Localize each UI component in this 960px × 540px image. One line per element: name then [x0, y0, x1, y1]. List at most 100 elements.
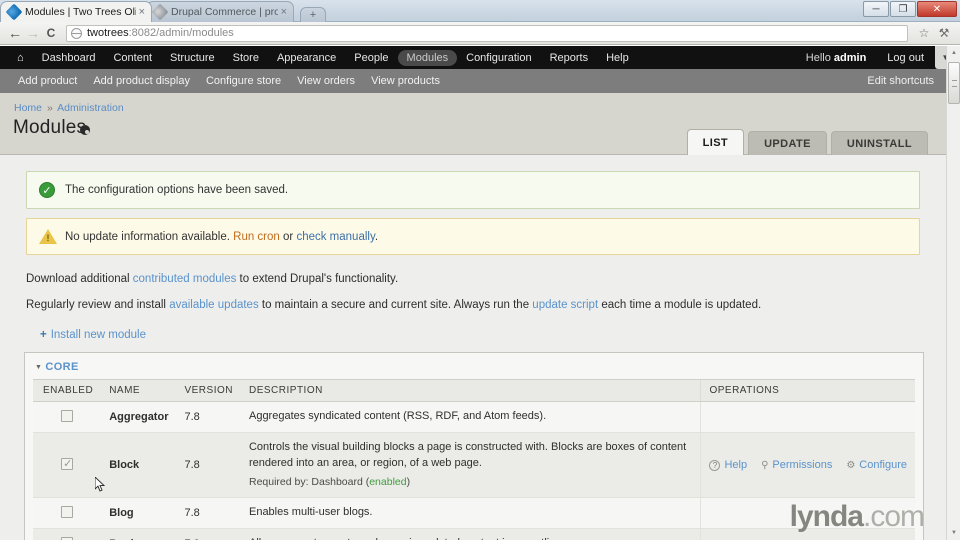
- module-enabled-checkbox[interactable]: [61, 505, 74, 518]
- shortcut-add-product[interactable]: Add product: [10, 75, 85, 87]
- table-row: Book 7.8 Allows users to create and orga…: [33, 528, 915, 540]
- scroll-down-icon[interactable]: ▼: [947, 526, 960, 540]
- check-circle-icon: ✓: [39, 182, 65, 198]
- tab-update[interactable]: UPDATE: [748, 131, 827, 155]
- tab-uninstall[interactable]: UNINSTALL: [830, 131, 928, 155]
- module-operations: ? Help ⚲ Permissions ⚙ Configure: [700, 432, 915, 499]
- module-required-by: Required by: Dashboard (enabled): [249, 475, 692, 490]
- operation-permissions[interactable]: ⚲ Permissions: [761, 459, 832, 471]
- vertical-scrollbar[interactable]: ▲ ▼: [946, 46, 960, 540]
- admin-menu-item-people[interactable]: People: [345, 49, 397, 67]
- scroll-up-icon[interactable]: ▲: [947, 46, 960, 60]
- admin-menu-item-modules[interactable]: Modules: [397, 49, 458, 66]
- admin-menu-item-dashboard[interactable]: Dashboard: [33, 49, 105, 67]
- enabled-cell: [33, 497, 102, 530]
- module-enabled-checkbox[interactable]: [61, 536, 74, 540]
- admin-menu-item-store[interactable]: Store: [224, 49, 268, 67]
- module-name: Aggregator: [101, 401, 177, 434]
- forward-icon[interactable]: →: [24, 25, 42, 41]
- module-version: 7.8: [176, 401, 241, 434]
- greeting: Hello admin: [806, 52, 879, 64]
- module-description-text: Controls the visual building blocks a pa…: [248, 441, 687, 470]
- close-icon[interactable]: ×: [139, 6, 145, 18]
- logout-link[interactable]: Log out: [878, 49, 934, 67]
- required-by-state: enabled: [369, 476, 407, 488]
- breadcrumb-home[interactable]: Home: [14, 102, 42, 114]
- scrollbar-thumb[interactable]: [948, 62, 960, 104]
- available-updates-link[interactable]: available updates: [169, 299, 259, 311]
- core-section-label: CORE: [45, 361, 79, 374]
- gear-icon: ⚙: [846, 459, 856, 471]
- column-header-version: VERSION: [176, 379, 241, 403]
- enabled-cell: [33, 528, 102, 540]
- module-version: 7.8: [176, 432, 241, 499]
- page-title: Modules: [13, 117, 87, 138]
- intro-1-before: Download additional: [26, 273, 133, 285]
- plus-icon: +: [40, 329, 47, 342]
- module-enabled-checkbox[interactable]: [61, 457, 74, 470]
- watermark-bold: lynda: [789, 500, 864, 533]
- warning-text-after: .: [374, 230, 379, 243]
- module-description: Controls the visual building blocks a pa…: [240, 432, 701, 499]
- operation-configure-label: Configure: [859, 459, 907, 472]
- admin-menu-item-reports[interactable]: Reports: [541, 49, 598, 67]
- admin-menu-item-help[interactable]: Help: [597, 49, 638, 67]
- window-controls: ─ ❐ ✕: [863, 1, 957, 17]
- operation-help[interactable]: ? Help: [709, 459, 747, 471]
- warning-message: No update information available. Run cro…: [26, 218, 920, 255]
- install-new-module-link[interactable]: + Install new module: [40, 329, 920, 341]
- greeting-prefix: Hello: [805, 51, 834, 64]
- update-script-link[interactable]: update script: [532, 299, 598, 311]
- browser-toolbar: ← → C twotrees :8082/admin/modules ☆ ⚒: [0, 22, 960, 45]
- back-icon[interactable]: ←: [6, 25, 24, 41]
- main-content: ✓ The configuration options have been sa…: [0, 155, 946, 540]
- reload-icon[interactable]: C: [42, 26, 60, 40]
- close-icon[interactable]: ×: [281, 6, 287, 18]
- tab-list[interactable]: LIST: [686, 129, 745, 155]
- breadcrumb-separator: »: [46, 102, 53, 114]
- admin-menu-bar: ⌂ Dashboard Content Structure Store Appe…: [0, 46, 960, 69]
- required-by-prefix: Required by: Dashboard (: [248, 476, 370, 488]
- run-cron-link[interactable]: Run cron: [233, 231, 280, 243]
- shortcut-configure-store[interactable]: Configure store: [198, 75, 289, 87]
- browser-tab-drupal-commerce[interactable]: Drupal Commerce | profess ×: [146, 1, 294, 22]
- admin-menu-item-configuration[interactable]: Configuration: [457, 49, 540, 67]
- status-message: ✓ The configuration options have been sa…: [26, 171, 920, 209]
- check-manually-link[interactable]: check manually: [296, 231, 374, 243]
- wrench-menu-icon[interactable]: ⚒: [934, 26, 954, 40]
- warning-text: No update information available. Run cro…: [65, 231, 378, 243]
- drupal-drop-icon: [5, 3, 23, 21]
- gear-icon[interactable]: [80, 125, 90, 135]
- close-window-button[interactable]: ✕: [917, 1, 957, 17]
- admin-menu-item-appearance[interactable]: Appearance: [268, 49, 345, 67]
- contributed-modules-link[interactable]: contributed modules: [133, 273, 237, 285]
- admin-menu-item-content[interactable]: Content: [104, 49, 161, 67]
- url-host: twotrees: [87, 27, 129, 39]
- breadcrumb-administration[interactable]: Administration: [57, 102, 124, 114]
- operation-configure[interactable]: ⚙ Configure: [846, 459, 907, 471]
- new-tab-button[interactable]: +: [300, 7, 326, 22]
- module-version: 7.8: [176, 528, 241, 540]
- shortcut-add-product-display[interactable]: Add product display: [85, 75, 198, 87]
- mouse-cursor: [95, 477, 106, 492]
- maximize-button[interactable]: ❐: [890, 1, 916, 17]
- warning-between: or: [279, 230, 297, 243]
- module-enabled-checkbox[interactable]: [61, 409, 74, 422]
- watermark-light: .com: [862, 500, 925, 533]
- address-bar[interactable]: twotrees :8082/admin/modules: [66, 24, 908, 42]
- home-icon[interactable]: ⌂: [8, 52, 33, 64]
- url-path: :8082/admin/modules: [128, 27, 234, 39]
- admin-menu-item-structure[interactable]: Structure: [161, 49, 224, 67]
- minimize-button[interactable]: ─: [863, 1, 889, 17]
- required-by-suffix: ): [406, 476, 411, 488]
- bookmark-star-icon[interactable]: ☆: [914, 26, 934, 40]
- chevron-down-icon: ▼: [35, 364, 43, 372]
- shortcut-view-products[interactable]: View products: [363, 75, 448, 87]
- browser-tab-modules[interactable]: Modules | Two Trees Olive O ×: [0, 1, 152, 22]
- core-section-header[interactable]: ▼ CORE: [33, 360, 915, 379]
- edit-shortcuts-link[interactable]: Edit shortcuts: [867, 75, 934, 87]
- intro-line-1: Download additional contributed modules …: [26, 271, 920, 287]
- module-operations: [700, 401, 915, 434]
- shortcut-view-orders[interactable]: View orders: [289, 75, 363, 87]
- lynda-watermark: lynda.com: [789, 500, 925, 534]
